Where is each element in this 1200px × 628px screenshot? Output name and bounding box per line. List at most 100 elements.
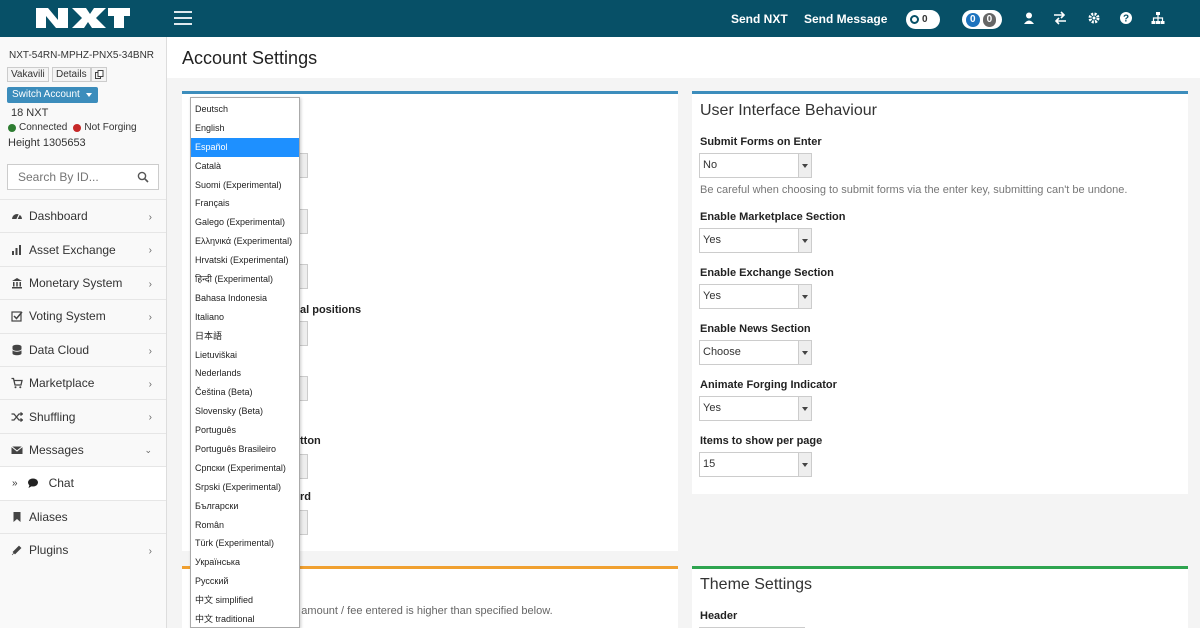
shuffle-icon <box>11 411 23 423</box>
password-setting-label: rd <box>300 491 311 503</box>
chevron-right-icon: › <box>148 412 152 424</box>
question-icon[interactable]: ? <box>1119 11 1133 25</box>
ui-behaviour-title: User Interface Behaviour <box>700 102 877 119</box>
language-option[interactable]: Ελληνικά (Experimental) <box>191 232 299 251</box>
database-icon <box>11 344 23 356</box>
pending-transactions-badge[interactable]: 0 <box>906 10 940 29</box>
forging-indicator-select[interactable]: Yes <box>699 396 812 421</box>
sidebar-item-voting-system[interactable]: Voting System › <box>0 299 166 332</box>
language-option[interactable]: Român <box>191 516 299 535</box>
details-button[interactable]: Details <box>52 67 91 82</box>
send-nxt-button[interactable]: Send NXT <box>731 12 788 26</box>
chevron-down-icon: ⌄ <box>144 444 152 455</box>
switch-account-button[interactable]: Switch Account <box>7 87 98 103</box>
marketplace-select[interactable]: Yes <box>699 228 812 253</box>
settings-select-edge[interactable] <box>300 153 308 178</box>
svg-text:?: ? <box>1123 14 1129 25</box>
sidebar: NXT-54RN-MPHZ-PNX5-34BNR Vakavili Detail… <box>0 37 167 628</box>
settings-select-edge[interactable] <box>300 510 308 535</box>
settings-select-edge[interactable] <box>300 264 308 289</box>
language-option[interactable]: Srpski (Experimental) <box>191 478 299 497</box>
chevron-right-icon: › <box>148 312 152 324</box>
exchange-label: Enable Exchange Section <box>700 267 834 279</box>
sidebar-item-asset-exchange[interactable]: Asset Exchange › <box>0 232 166 265</box>
language-option[interactable]: Português Brasileiro <box>191 440 299 459</box>
settings-select-edge[interactable] <box>300 454 308 479</box>
language-option[interactable]: Čeština (Beta) <box>191 383 299 402</box>
language-option[interactable]: Português <box>191 421 299 440</box>
search-icon[interactable] <box>137 171 149 183</box>
settings-select-edge[interactable] <box>300 209 308 234</box>
marketplace-label: Enable Marketplace Section <box>700 211 846 223</box>
vakavili-button[interactable]: Vakavili <box>7 67 49 82</box>
language-option[interactable]: Català <box>191 157 299 176</box>
sidebar-item-dashboard[interactable]: Dashboard › <box>0 199 166 232</box>
language-option[interactable]: Български <box>191 497 299 516</box>
sidebar-item-chat[interactable]: » Chat <box>0 466 166 500</box>
language-option[interactable]: Türk (Experimental) <box>191 534 299 553</box>
language-dropdown-list[interactable]: Deutsch English Español Català Suomi (Experi… <box>190 97 300 628</box>
gear-icon[interactable] <box>1087 11 1101 25</box>
ring-icon <box>910 15 919 24</box>
language-option[interactable]: Deutsch <box>191 100 299 119</box>
menu-toggle-icon[interactable] <box>174 11 192 25</box>
double-chevron-right-icon: » <box>12 477 18 489</box>
language-option[interactable]: English <box>191 119 299 138</box>
language-option[interactable]: हिन्दी (Experimental) <box>191 270 299 289</box>
sidebar-item-marketplace[interactable]: Marketplace › <box>0 365 166 399</box>
news-select[interactable]: Choose <box>699 340 812 365</box>
language-option[interactable]: Français <box>191 194 299 213</box>
copy-button[interactable] <box>91 67 107 82</box>
submit-on-enter-select[interactable]: No <box>699 153 812 178</box>
search-input[interactable] <box>8 165 128 189</box>
sidebar-item-monetary-system[interactable]: Monetary System › <box>0 265 166 299</box>
ui-behaviour-box: User Interface Behaviour Submit Forms on… <box>692 91 1188 494</box>
items-per-page-select[interactable]: 15 <box>699 452 812 477</box>
chevron-right-icon: › <box>148 212 152 223</box>
dashboard-icon <box>11 210 23 222</box>
language-option[interactable]: Italiano <box>191 308 299 327</box>
language-option[interactable]: Suomi (Experimental) <box>191 176 299 195</box>
settings-select-edge[interactable] <box>300 376 308 401</box>
status-line: Connected Not Forging <box>8 122 137 133</box>
language-option[interactable]: 日本語 <box>191 327 299 346</box>
fee-warning-text: an amount / fee entered is higher than s… <box>286 605 553 617</box>
connected-dot-icon <box>8 123 16 132</box>
forging-indicator-label: Animate Forging Indicator <box>700 379 837 391</box>
sidebar-item-data-cloud[interactable]: Data Cloud › <box>0 332 166 366</box>
sidebar-item-aliases[interactable]: Aliases <box>0 499 166 533</box>
theme-settings-title: Theme Settings <box>700 576 813 593</box>
language-option[interactable]: 中文 traditional <box>191 610 299 627</box>
language-option[interactable]: 中文 simplified <box>191 591 299 610</box>
sitemap-icon[interactable] <box>1151 11 1165 25</box>
language-option[interactable]: Nederlands <box>191 364 299 383</box>
bank-icon <box>11 277 23 289</box>
language-option[interactable]: Lietuviškai <box>191 346 299 365</box>
select-arrow-icon <box>798 453 811 476</box>
select-arrow-icon <box>798 341 811 364</box>
select-arrow-icon <box>798 229 811 252</box>
forging-dot-icon <box>73 123 82 132</box>
exchange-select[interactable]: Yes <box>699 284 812 309</box>
language-option[interactable]: Español <box>191 137 299 157</box>
language-option[interactable]: Slovensky (Beta) <box>191 402 299 421</box>
sidebar-item-messages[interactable]: Messages ⌄ <box>0 432 166 466</box>
settings-select-edge[interactable] <box>300 321 308 346</box>
language-option[interactable]: Galego (Experimental) <box>191 213 299 232</box>
account-id[interactable]: NXT-54RN-MPHZ-PNX5-34BNR <box>9 50 154 61</box>
send-message-button[interactable]: Send Message <box>804 12 887 26</box>
sidebar-item-shuffling[interactable]: Shuffling › <box>0 399 166 432</box>
page-title: Account Settings <box>182 48 318 68</box>
language-option[interactable]: Українська <box>191 553 299 572</box>
language-option[interactable]: Bahasa Indonesia <box>191 289 299 308</box>
chevron-right-icon: › <box>148 378 152 390</box>
chat-icon <box>27 477 39 489</box>
language-option[interactable]: Русский <box>191 572 299 591</box>
language-option[interactable]: Српски (Experimental) <box>191 459 299 478</box>
user-icon[interactable] <box>1022 11 1036 25</box>
exchange-icon[interactable] <box>1053 11 1067 25</box>
sidebar-item-plugins[interactable]: Plugins › <box>0 532 166 566</box>
notifications-badge[interactable]: 0 0 <box>962 10 1002 29</box>
language-option[interactable]: Hrvatski (Experimental) <box>191 251 299 270</box>
nxt-logo[interactable] <box>34 6 132 30</box>
